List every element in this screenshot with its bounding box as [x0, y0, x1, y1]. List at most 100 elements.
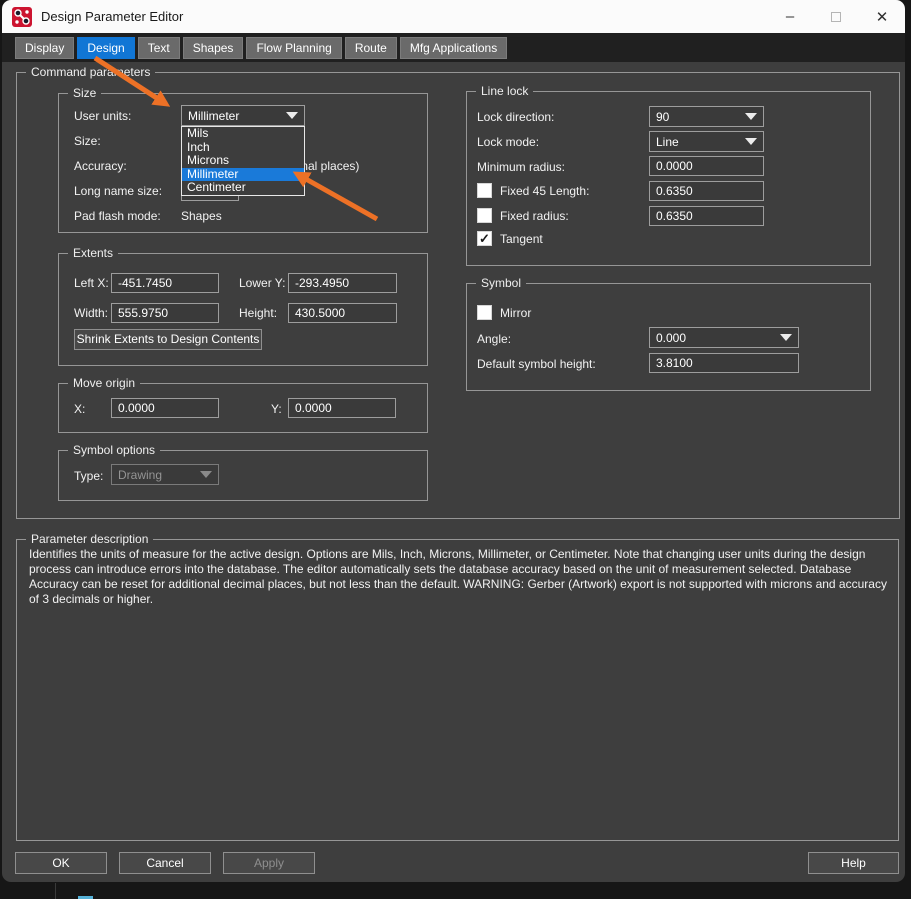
extents-group: Extents Left X: Lower Y: Width: Height: …: [58, 253, 428, 366]
option-centimeter[interactable]: Centimeter: [182, 181, 304, 195]
move-origin-x-label: X:: [74, 402, 85, 416]
titlebar: Design Parameter Editor – ✕: [2, 0, 905, 33]
shrink-extents-button[interactable]: Shrink Extents to Design Contents: [74, 329, 262, 350]
fixed-radius-input[interactable]: [649, 206, 764, 226]
fixed-45-length-input[interactable]: [649, 181, 764, 201]
tab-display[interactable]: Display: [15, 37, 74, 59]
tab-design[interactable]: Design: [77, 37, 134, 59]
line-lock-group-label: Line lock: [476, 84, 533, 98]
tab-shapes[interactable]: Shapes: [183, 37, 244, 59]
width-input[interactable]: [111, 303, 219, 323]
cancel-button[interactable]: Cancel: [119, 852, 211, 874]
user-units-combo[interactable]: Millimeter: [181, 105, 305, 126]
option-microns[interactable]: Microns: [182, 154, 304, 168]
minimum-radius-label: Minimum radius:: [477, 160, 565, 174]
tab-route[interactable]: Route: [345, 37, 397, 59]
symbol-group: Symbol Mirror Angle: 0.000 Default symbo…: [466, 283, 871, 391]
accuracy-label: Accuracy:: [74, 159, 127, 173]
height-label: Height:: [239, 306, 277, 320]
chevron-down-icon: [745, 138, 757, 145]
chevron-down-icon: [286, 112, 298, 119]
taskbar-divider: [55, 883, 56, 899]
chevron-down-icon: [200, 471, 212, 478]
left-x-label: Left X:: [74, 276, 109, 290]
size-group-label: Size: [68, 86, 101, 100]
tangent-checkbox[interactable]: ✓: [477, 231, 492, 246]
default-symbol-height-label: Default symbol height:: [477, 357, 596, 371]
pad-flash-mode-label: Pad flash mode:: [74, 209, 161, 223]
dialog-window: Design Parameter Editor – ✕ Display Desi…: [2, 0, 905, 882]
lock-direction-label: Lock direction:: [477, 110, 554, 124]
angle-value: 0.000: [656, 331, 780, 345]
fixed-radius-label: Fixed radius:: [500, 209, 569, 223]
move-origin-x-input[interactable]: [111, 398, 219, 418]
close-button[interactable]: ✕: [859, 0, 905, 33]
tab-strip: Display Design Text Shapes Flow Planning…: [2, 33, 905, 62]
mirror-checkbox[interactable]: [477, 305, 492, 320]
tab-mfg-applications[interactable]: Mfg Applications: [400, 37, 507, 59]
angle-label: Angle:: [477, 332, 511, 346]
window-controls: – ✕: [767, 0, 905, 33]
maximize-button[interactable]: [813, 0, 859, 33]
long-name-size-label: Long name size:: [74, 184, 162, 198]
user-units-popup: Mils Inch Microns Millimeter Centimeter: [181, 126, 305, 196]
move-origin-y-label: Y:: [271, 402, 282, 416]
chevron-down-icon: [780, 334, 792, 341]
move-origin-group-label: Move origin: [68, 376, 140, 390]
pad-flash-mode-value: Shapes: [181, 209, 222, 223]
size-label: Size:: [74, 134, 101, 148]
minimize-icon: –: [786, 8, 794, 25]
width-label: Width:: [74, 306, 108, 320]
parameter-description-label: Parameter description: [26, 532, 153, 546]
lock-mode-label: Lock mode:: [477, 135, 539, 149]
lower-y-label: Lower Y:: [239, 276, 285, 290]
lower-y-input[interactable]: [288, 273, 397, 293]
symbol-options-group: Symbol options Type: Drawing: [58, 450, 428, 501]
app-icon: [12, 7, 32, 27]
height-input[interactable]: [288, 303, 397, 323]
fixed-45-length-label: Fixed 45 Length:: [500, 184, 589, 198]
move-origin-group: Move origin X: Y:: [58, 383, 428, 433]
tab-flow-planning[interactable]: Flow Planning: [246, 37, 341, 59]
ok-button[interactable]: OK: [15, 852, 107, 874]
tab-text[interactable]: Text: [138, 37, 180, 59]
mirror-label: Mirror: [500, 306, 531, 320]
fixed-radius-checkbox[interactable]: [477, 208, 492, 223]
minimize-button[interactable]: –: [767, 0, 813, 33]
command-parameters-label: Command parameters: [26, 65, 155, 79]
parameter-description-text: Identifies the units of measure for the …: [29, 547, 891, 607]
option-millimeter[interactable]: Millimeter: [182, 168, 304, 182]
maximize-icon: [831, 12, 841, 22]
parameter-description-group: Parameter description Identifies the uni…: [16, 539, 899, 841]
symbol-group-label: Symbol: [476, 276, 526, 290]
symbol-type-label: Type:: [74, 469, 103, 483]
left-x-input[interactable]: [111, 273, 219, 293]
symbol-type-combo: Drawing: [111, 464, 219, 485]
window-title: Design Parameter Editor: [41, 9, 183, 24]
minimum-radius-input[interactable]: [649, 156, 764, 176]
help-button[interactable]: Help: [808, 852, 899, 874]
option-mils[interactable]: Mils: [182, 127, 304, 141]
screen: Design Parameter Editor – ✕ Display Desi…: [0, 0, 911, 899]
check-icon: ✓: [479, 231, 490, 246]
close-icon: ✕: [876, 8, 889, 26]
size-group: Size User units: Millimeter Size: Accura…: [58, 93, 428, 233]
apply-button[interactable]: Apply: [223, 852, 315, 874]
symbol-options-group-label: Symbol options: [68, 443, 160, 457]
lock-direction-combo[interactable]: 90: [649, 106, 764, 127]
lock-direction-value: 90: [656, 110, 745, 124]
user-units-value: Millimeter: [188, 109, 286, 123]
symbol-type-value: Drawing: [118, 468, 200, 482]
option-inch[interactable]: Inch: [182, 141, 304, 155]
lock-mode-value: Line: [656, 135, 745, 149]
default-symbol-height-input[interactable]: [649, 353, 799, 373]
user-units-label: User units:: [74, 109, 131, 123]
lock-mode-combo[interactable]: Line: [649, 131, 764, 152]
line-lock-group: Line lock Lock direction: 90 Lock mode: …: [466, 91, 871, 266]
extents-group-label: Extents: [68, 246, 118, 260]
fixed-45-length-checkbox[interactable]: [477, 183, 492, 198]
move-origin-y-input[interactable]: [288, 398, 396, 418]
command-parameters-group: Command parameters Size User units: Mill…: [16, 72, 900, 519]
angle-combo[interactable]: 0.000: [649, 327, 799, 348]
tangent-label: Tangent: [500, 232, 543, 246]
